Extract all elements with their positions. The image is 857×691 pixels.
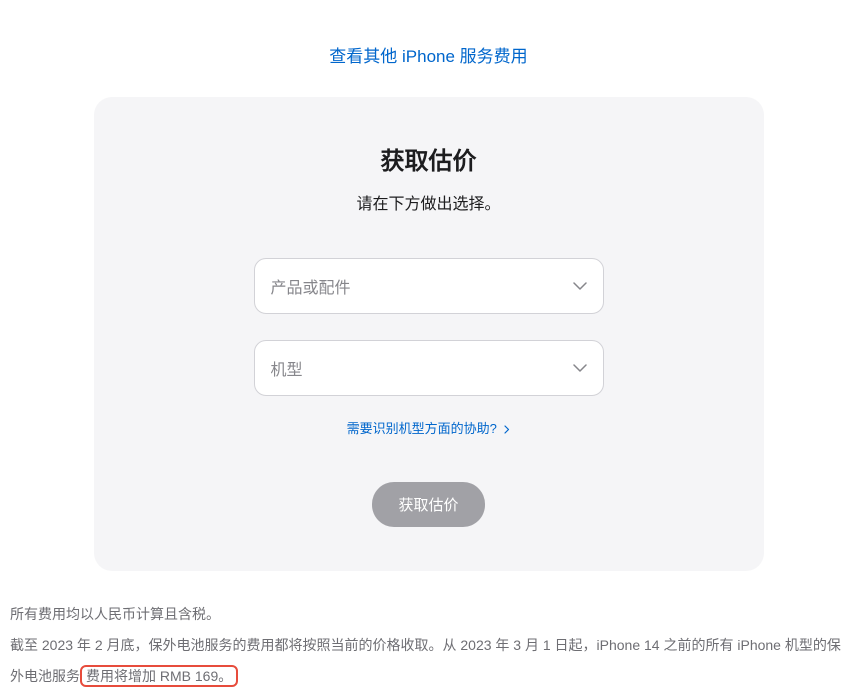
chevron-down-icon	[573, 277, 587, 295]
get-estimate-button[interactable]: 获取估价	[372, 482, 484, 527]
model-select-placeholder: 机型	[271, 356, 303, 380]
other-service-fees-link[interactable]: 查看其他 iPhone 服务费用	[329, 47, 527, 66]
product-select-placeholder: 产品或配件	[271, 274, 351, 298]
model-select[interactable]: 机型	[254, 340, 604, 396]
estimate-card: 获取估价 请在下方做出选择。 产品或配件 机型 需要识别机型方面的协助?	[94, 97, 764, 571]
card-subtitle: 请在下方做出选择。	[134, 190, 724, 214]
footer-line2: 截至 2023 年 2 月底，保外电池服务的费用都将按照当前的价格收取。从 20…	[10, 630, 847, 691]
model-select-wrapper: 机型	[254, 340, 604, 396]
product-select-wrapper: 产品或配件	[254, 258, 604, 314]
footer-highlight-annotation: 费用将增加 RMB 169。	[80, 665, 238, 687]
footer-text-section: 所有费用均以人民币计算且含税。 截至 2023 年 2 月底，保外电池服务的费用…	[10, 571, 847, 691]
chevron-right-icon	[504, 422, 510, 437]
help-link-section: 需要识别机型方面的协助?	[134, 418, 724, 438]
help-link-text: 需要识别机型方面的协助?	[347, 421, 497, 436]
identify-model-help-link[interactable]: 需要识别机型方面的协助?	[347, 421, 511, 436]
card-title: 获取估价	[134, 141, 724, 176]
product-select[interactable]: 产品或配件	[254, 258, 604, 314]
footer-line1: 所有费用均以人民币计算且含税。	[10, 599, 847, 630]
chevron-down-icon	[573, 359, 587, 377]
header-link-section: 查看其他 iPhone 服务费用	[10, 0, 847, 97]
